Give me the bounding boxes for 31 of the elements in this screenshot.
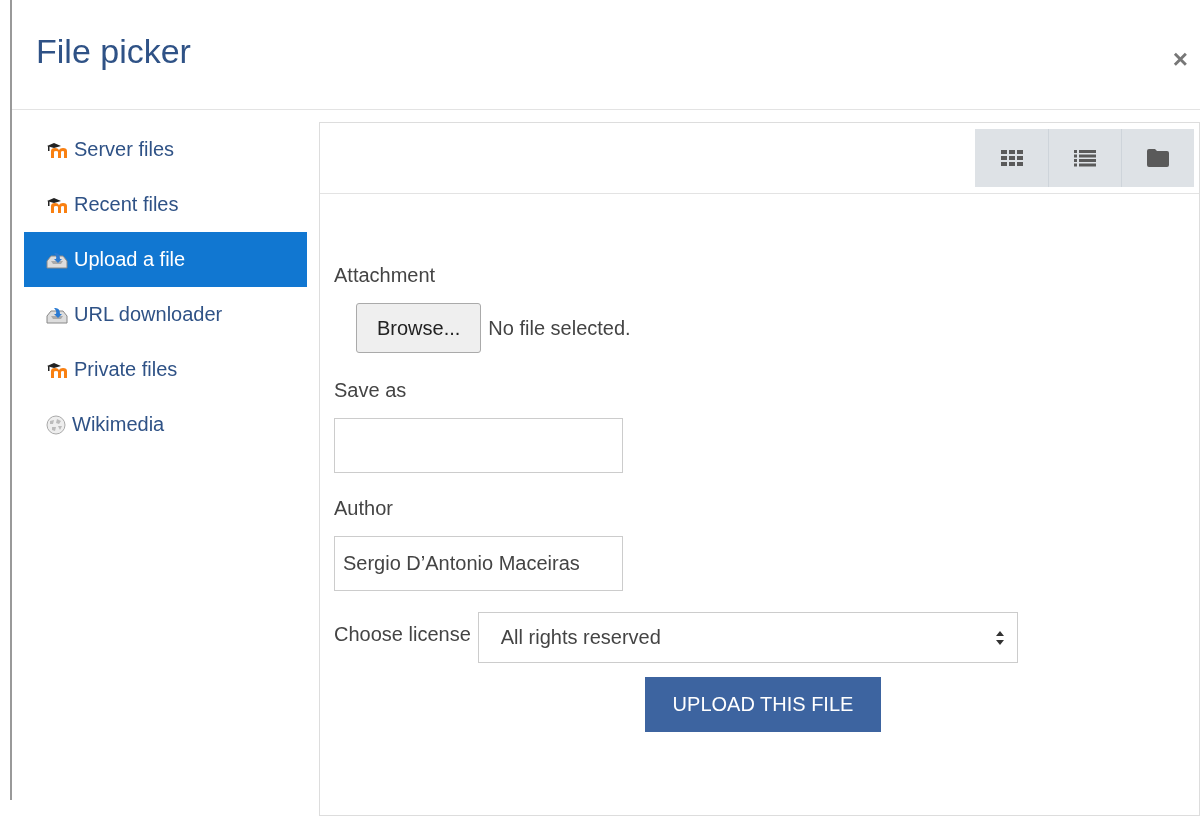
list-icon [1074,149,1096,167]
view-button[interactable] [975,129,1048,187]
globe-icon [46,414,66,435]
sidebar-item[interactable]: Server files [24,122,307,177]
license-select[interactable]: All rights reserved [477,612,1018,663]
folder-icon [1147,149,1169,167]
inbox-tray-icon [46,250,68,269]
grid-icon [1000,150,1023,166]
field-label: Attachment [334,264,437,287]
sort-arrows-icon [994,629,1005,646]
view-button[interactable] [1048,129,1121,187]
graduation-cap-m-icon [46,196,68,213]
sidebar-item[interactable]: Private files [24,342,307,397]
file-status: No file selected. [488,316,631,340]
graduation-cap-m-icon [46,141,68,158]
field-label: Save as [334,379,408,402]
sidebar-item[interactable]: URL downloader [24,287,307,342]
dialog-title: File picker [36,32,191,71]
save-as-field[interactable] [334,418,623,473]
field-label: Author [334,497,394,520]
close-button[interactable]: × [1172,44,1188,75]
inbox-tray-icon [46,305,68,324]
browse-button[interactable]: Browse... [356,303,482,353]
graduation-cap-m-icon [46,361,68,378]
upload-button[interactable]: UPLOAD THIS FILE [645,677,881,732]
sidebar-item[interactable]: Upload a file [24,232,307,287]
view-button[interactable] [1121,129,1194,187]
sidebar-item[interactable]: Recent files [24,177,307,232]
author-field[interactable]: Sergio D’Antonio Maceiras [334,536,623,591]
sidebar-item[interactable]: Wikimedia [24,397,307,452]
field-label: Choose license [334,623,471,646]
